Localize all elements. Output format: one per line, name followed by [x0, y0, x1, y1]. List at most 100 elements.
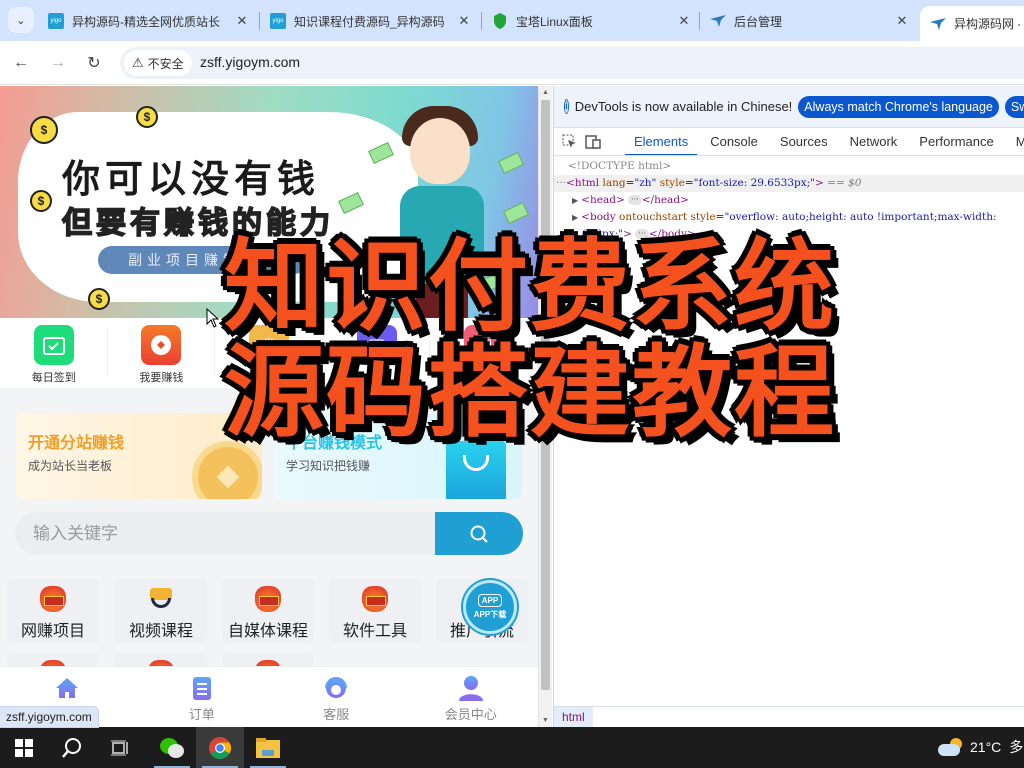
browser-tab[interactable]: 后台管理 ✕	[700, 6, 920, 36]
browser-tab-strip: ⌄ yigo 异构源码-精选全网优质站长 ✕ yigo 知识课程付费源码_异构源…	[0, 0, 1024, 41]
devtools-tab-sources[interactable]: Sources	[769, 128, 839, 155]
close-tab-icon[interactable]: ✕	[894, 13, 910, 29]
tab-search-button[interactable]: ⌄	[8, 7, 34, 33]
quick-nav-label: 每日签到	[31, 372, 76, 384]
forward-button[interactable]: →	[46, 51, 70, 75]
bottom-nav-label: 会员中心	[444, 707, 497, 722]
back-button[interactable]: ←	[9, 51, 33, 75]
browser-tab[interactable]: yigo 异构源码-精选全网优质站长 ✕	[38, 6, 260, 36]
close-tab-icon[interactable]: ✕	[676, 13, 692, 29]
promo-title: 平台赚钱模式	[286, 435, 383, 452]
quick-nav-item[interactable]: ▣	[430, 318, 538, 388]
promo-subtitle: 成为站长当老板	[28, 459, 113, 473]
promo-card-platform[interactable]: 平台赚钱模式 学习知识把钱赚	[274, 413, 522, 499]
dollar-coin-icon: $	[30, 190, 52, 212]
weather-widget[interactable]: 21°C 多	[938, 737, 1023, 757]
page-viewport: $ $ $ $ 你可以没有钱 但要有赚钱的能力 副业项目赚钱 每日签到 我要赚钱	[0, 86, 538, 727]
devtools-tab-more[interactable]: M	[1005, 128, 1024, 155]
promo-subtitle: 学习知识把钱赚	[286, 459, 371, 473]
browser-toolbar: ← → ↻ ⚠ 不安全 zsff.yigoym.com	[0, 41, 1024, 85]
inspect-element-icon[interactable]	[562, 132, 577, 152]
search-bar	[15, 512, 523, 555]
security-indicator[interactable]: ⚠ 不安全	[124, 50, 192, 76]
warning-triangle-icon: ⚠	[132, 55, 144, 70]
match-language-button[interactable]: Always match Chrome's language	[798, 95, 999, 118]
quick-nav-label: 我要赚钱	[139, 372, 184, 384]
start-button[interactable]	[0, 727, 48, 768]
dom-node-head[interactable]: ▶ <head> ··· </head>	[554, 192, 1024, 209]
category-label: 软件工具	[342, 621, 407, 640]
yigo-logo-icon: yigo	[270, 13, 286, 29]
close-tab-icon[interactable]: ✕	[456, 13, 472, 29]
weather-temperature: 21°C	[970, 739, 1002, 755]
task-view-button[interactable]	[96, 727, 144, 768]
tab-title: 异构源码网 -	[954, 17, 1020, 31]
hero-banner[interactable]: $ $ $ $ 你可以没有钱 但要有赚钱的能力 副业项目赚钱	[0, 86, 538, 318]
category-label: 自媒体课程	[227, 621, 308, 640]
switch-language-button[interactable]: Sw	[1004, 95, 1024, 118]
quick-nav-item[interactable]: 我要赚钱	[108, 318, 216, 388]
dom-node-html[interactable]: ···<html lang="zh" style="font-size: 29.…	[554, 175, 1024, 192]
taskbar-search-button[interactable]	[48, 727, 96, 768]
clipboard-icon	[189, 675, 215, 701]
quick-nav-item[interactable]: ▣	[323, 318, 431, 388]
category-item[interactable]: 网赚项目	[7, 579, 99, 643]
dollar-coin-icon: $	[136, 106, 158, 128]
category-item[interactable]: 视频课程	[115, 579, 207, 643]
search-input[interactable]	[15, 512, 435, 555]
category-item[interactable]: 自媒体课程	[222, 579, 314, 643]
scroll-down-icon[interactable]: ▼	[542, 717, 549, 724]
devtools-tab-network[interactable]: Network	[839, 128, 909, 155]
user-icon	[458, 675, 484, 701]
browser-tab[interactable]: yigo 知识课程付费源码_异构源码 ✕	[260, 6, 482, 36]
app-icon: APP	[477, 594, 503, 607]
banner-pill: 副业项目赚钱	[98, 246, 308, 274]
browser-tab[interactable]: 宝塔Linux面板 ✕	[482, 6, 702, 36]
quick-nav-item[interactable]: ♛	[215, 318, 323, 388]
bottom-nav-orders[interactable]: 订单	[135, 667, 270, 727]
close-tab-icon[interactable]: ✕	[234, 13, 250, 29]
devtools-tab-performance[interactable]: Performance	[908, 128, 1004, 155]
bottom-nav-support[interactable]: 客服	[269, 667, 404, 727]
banner-headline: 你可以没有钱	[62, 157, 321, 201]
devtools-tab-bar: Elements Console Sources Network Perform…	[554, 128, 1024, 156]
taskbar-app-wechat[interactable]	[148, 727, 196, 768]
home-icon	[54, 675, 80, 701]
browser-tab-active[interactable]: 异构源码网 -	[920, 6, 1024, 41]
dom-node-body[interactable]: ▶ <body ontouchstart style="overflow: aut…	[554, 209, 1024, 226]
bird-icon	[930, 16, 946, 32]
devtools-tab-console[interactable]: Console	[699, 128, 769, 155]
headset-icon	[323, 675, 349, 701]
dom-doctype[interactable]: <!DOCTYPE html>	[554, 158, 1024, 175]
coin-icon	[141, 325, 182, 365]
address-bar[interactable]: ⚠ 不安全 zsff.yigoym.com	[120, 47, 1024, 79]
mouse-cursor-icon	[206, 308, 220, 328]
taskbar-app-chrome[interactable]	[196, 727, 244, 768]
bottom-nav-member[interactable]: 会员中心	[404, 667, 539, 727]
windows-taskbar: 21°C 多	[0, 727, 1024, 768]
scrollbar-thumb[interactable]	[541, 100, 550, 690]
page-scrollbar[interactable]: ▲ ▼	[538, 86, 552, 727]
search-button[interactable]	[435, 512, 523, 555]
taskbar-app-file-explorer[interactable]	[244, 727, 292, 768]
device-toolbar-icon[interactable]	[585, 132, 601, 152]
reload-button[interactable]: ↻	[82, 51, 106, 75]
dom-node-body-cont[interactable]: 650px;"> ··· </body>	[554, 226, 1024, 243]
app-icon: ▣	[356, 325, 397, 365]
quick-nav: 每日签到 我要赚钱 ♛ ▣ ▣	[0, 318, 538, 388]
breadcrumb-html[interactable]: html	[554, 707, 593, 727]
devtools-tab-elements[interactable]: Elements	[623, 128, 699, 155]
chrome-icon	[209, 736, 231, 759]
app-download-button[interactable]: APP APP下载	[463, 580, 517, 634]
weather-condition: 多	[1009, 739, 1024, 755]
category-item[interactable]: 软件工具	[329, 579, 421, 643]
search-icon	[62, 737, 81, 758]
dollar-coin-icon: $	[88, 288, 110, 310]
chevron-down-icon: ⌄	[16, 14, 26, 27]
file-explorer-icon	[256, 737, 280, 758]
dollar-coin-icon: $	[30, 116, 58, 144]
promo-card-substation[interactable]: 开通分站赚钱 成为站长当老板	[16, 413, 262, 499]
url-text[interactable]: zsff.yigoym.com	[200, 54, 300, 70]
quick-nav-item[interactable]: 每日签到	[0, 318, 108, 388]
scroll-up-icon[interactable]: ▲	[542, 89, 549, 96]
